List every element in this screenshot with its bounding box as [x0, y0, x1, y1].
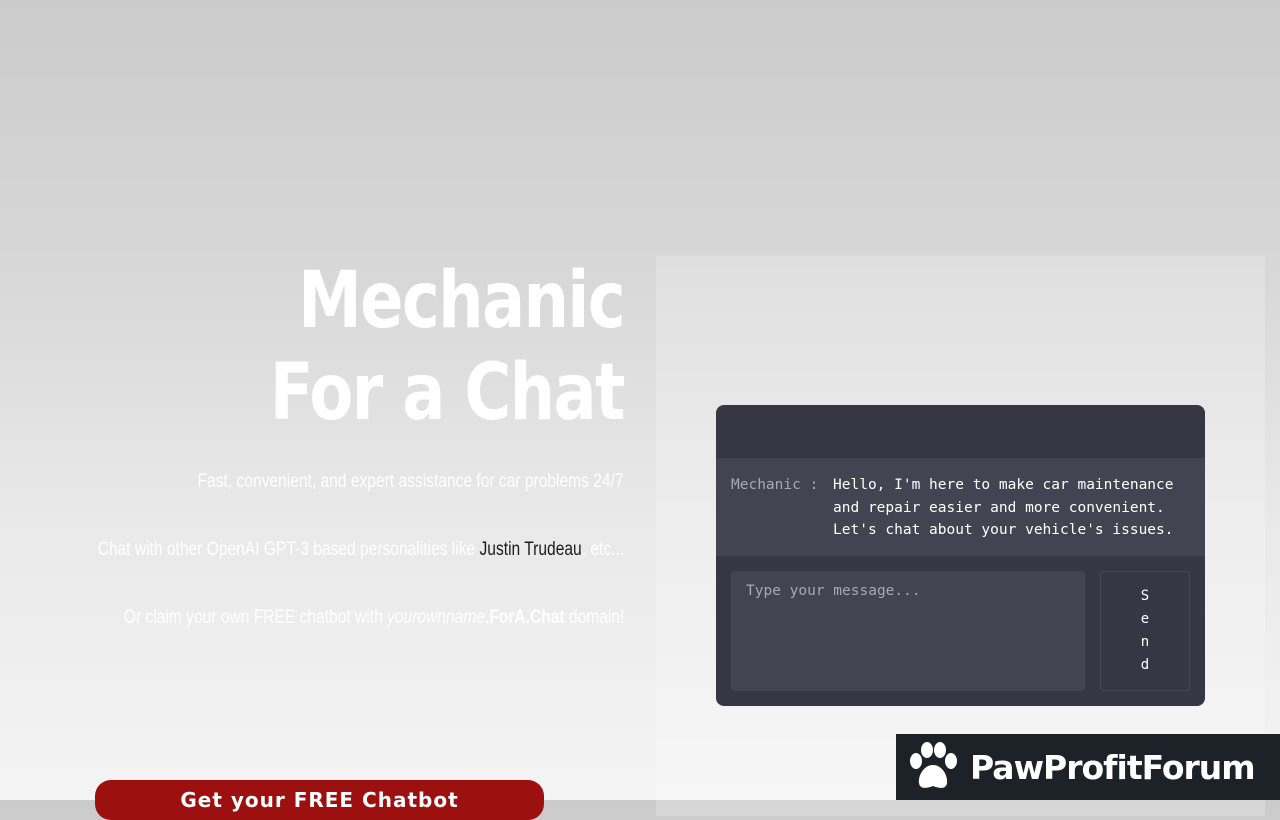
other-personalities-suffix: , etc... — [581, 539, 624, 560]
claim-name-placeholder: yourownname — [386, 607, 485, 628]
send-button[interactable]: Send — [1100, 571, 1190, 691]
claim-prefix: Or claim your own FREE chatbot with — [123, 607, 387, 628]
message-text: Hello, I'm here to make car maintenance … — [833, 477, 1174, 538]
chat-header — [716, 405, 1205, 458]
justin-trudeau-link[interactable]: Justin Trudeau — [479, 539, 581, 560]
other-personalities-prefix: Chat with other OpenAI GPT-3 based perso… — [97, 539, 480, 560]
hero-section: Mechanic For a Chat Fast, convenient, an… — [80, 255, 626, 628]
send-button-label: Send — [1140, 588, 1150, 673]
claim-suffix: domain! — [564, 607, 624, 628]
badge-text: PawProfitForum — [970, 747, 1256, 787]
paw-icon — [910, 742, 957, 788]
message-speaker: Mechanic : — [731, 477, 828, 493]
other-personalities-text: Chat with other OpenAI GPT-3 based perso… — [97, 539, 624, 561]
claim-domain: .ForA.Chat — [484, 607, 565, 628]
pawprofitforum-badge[interactable]: PawProfitForum — [896, 734, 1280, 800]
chat-message: Mechanic : Hello, I'm here to make car m… — [716, 458, 1205, 556]
claim-chatbot-text: Or claim your own FREE chatbot with your… — [124, 607, 624, 629]
chat-widget: Mechanic : Hello, I'm here to make car m… — [716, 405, 1205, 706]
page-title: Mechanic For a Chat — [269, 256, 626, 438]
tagline: Fast, convenient, and expert assistance … — [197, 471, 624, 492]
message-input[interactable] — [746, 583, 1070, 679]
message-input-wrapper — [731, 571, 1085, 691]
get-free-chatbot-button[interactable]: Get your FREE Chatbot — [95, 780, 544, 820]
